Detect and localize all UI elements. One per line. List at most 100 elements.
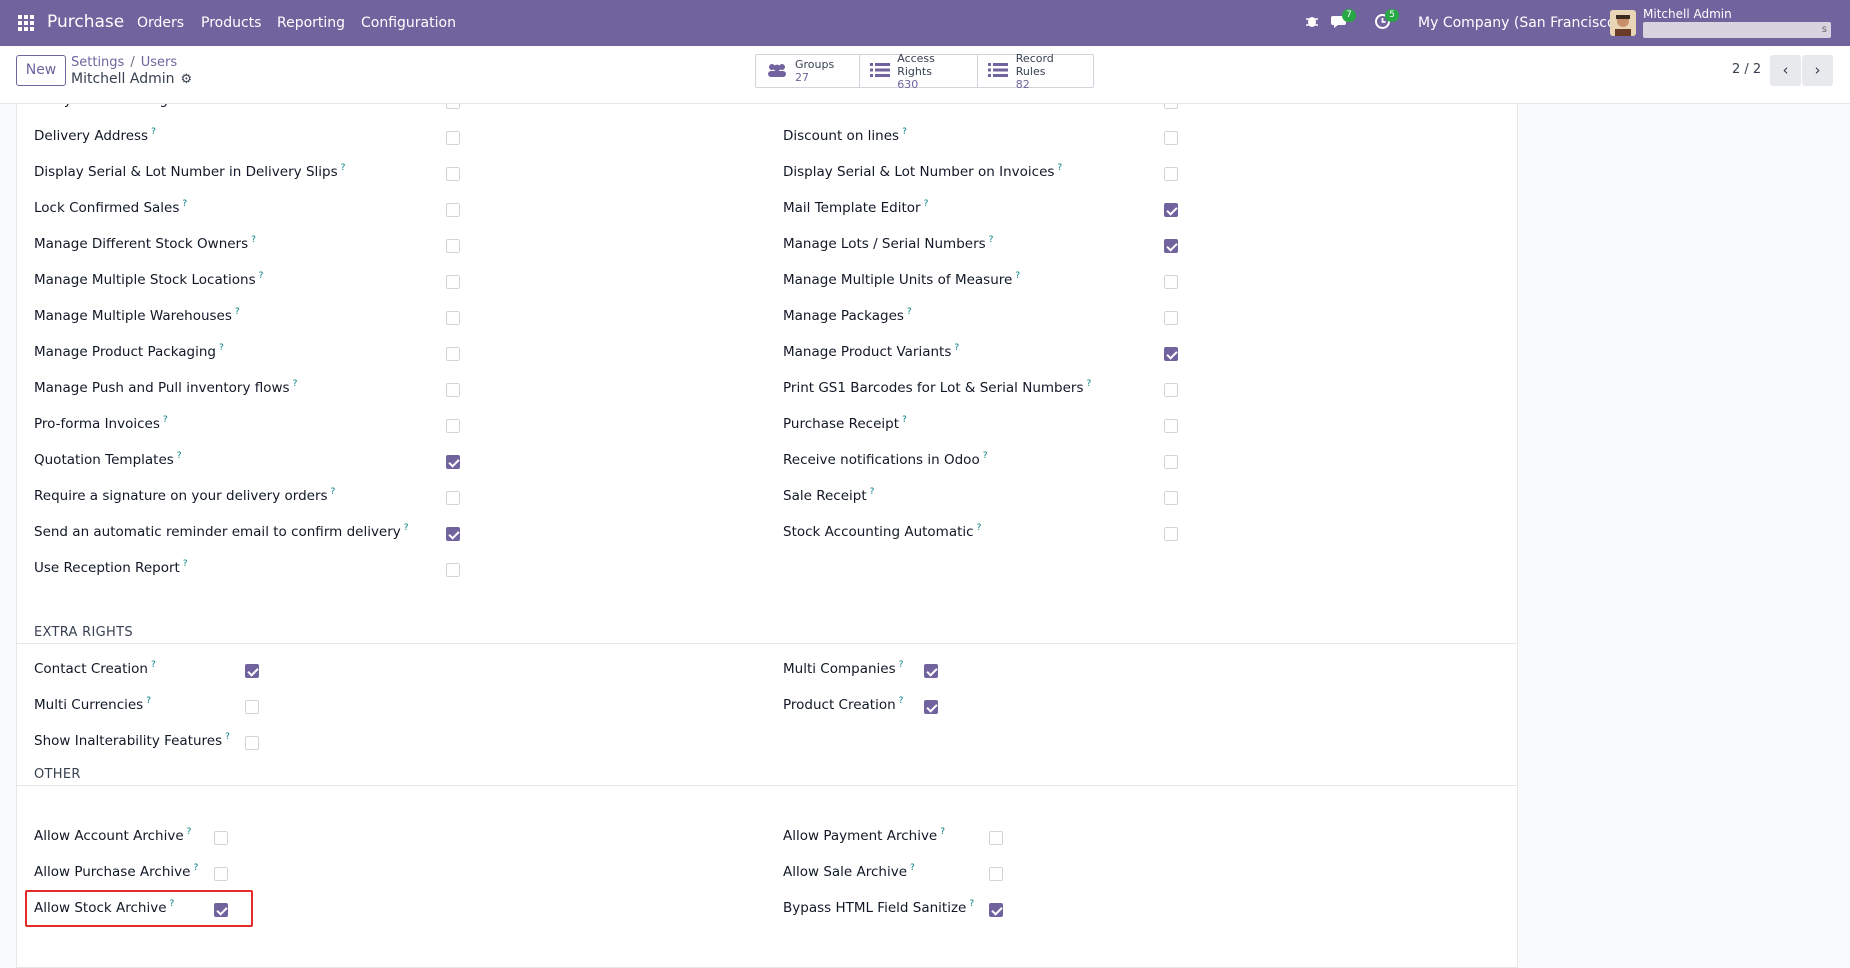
help-tooltip-icon[interactable]: ? — [151, 660, 156, 670]
checkbox-stock-accounting-automatic[interactable] — [1164, 527, 1178, 541]
help-tooltip-icon[interactable]: ? — [259, 271, 264, 281]
debug-bug-icon[interactable] — [1304, 13, 1324, 33]
help-tooltip-icon[interactable]: ? — [870, 487, 875, 497]
help-tooltip-icon[interactable]: ? — [969, 899, 974, 909]
help-tooltip-icon[interactable]: ? — [902, 415, 907, 425]
checkbox-require-a-signature-on-your-delivery-orders[interactable] — [446, 491, 460, 505]
checkbox-quotation-templates[interactable] — [446, 455, 460, 469]
user-avatar[interactable] — [1610, 10, 1636, 36]
checkbox-manage-multiple-warehouses[interactable] — [446, 311, 460, 325]
field-label-text: Stock Accounting Automatic — [783, 524, 974, 540]
apps-menu-icon[interactable] — [18, 15, 34, 31]
checkbox-bypass-html-field-sanitize[interactable] — [989, 903, 1003, 917]
help-tooltip-icon[interactable]: ? — [1086, 379, 1091, 389]
help-tooltip-icon[interactable]: ? — [902, 127, 907, 137]
help-tooltip-icon[interactable]: ? — [404, 523, 409, 533]
checkbox-manage-product-packaging[interactable] — [446, 347, 460, 361]
help-tooltip-icon[interactable]: ? — [163, 415, 168, 425]
menu-configuration[interactable]: Configuration — [361, 15, 456, 31]
help-tooltip-icon[interactable]: ? — [177, 451, 182, 461]
new-button[interactable]: New — [16, 55, 66, 86]
pager-counter[interactable]: 2 / 2 — [1732, 62, 1761, 77]
checkbox-multi-currencies[interactable] — [245, 700, 259, 714]
checkbox-delivery-address[interactable] — [446, 131, 460, 145]
help-tooltip-icon[interactable]: ? — [899, 696, 904, 706]
checkbox-display-serial-lot-number-on-invoices[interactable] — [1164, 167, 1178, 181]
checkbox-allow-stock-archive[interactable] — [214, 903, 228, 917]
checkbox-show-inalterability-features[interactable] — [245, 736, 259, 750]
help-tooltip-icon[interactable]: ? — [187, 827, 192, 837]
help-tooltip-icon[interactable]: ? — [910, 863, 915, 873]
checkbox-sale-receipt[interactable] — [1164, 491, 1178, 505]
checkbox-manage-product-variants[interactable] — [1164, 347, 1178, 361]
gear-icon[interactable]: ⚙ — [181, 72, 193, 87]
help-tooltip-icon[interactable]: ? — [219, 343, 224, 353]
checkbox-use-reception-report[interactable] — [446, 563, 460, 577]
help-tooltip-icon[interactable]: ? — [235, 307, 240, 317]
groups-stat-value: 27 — [795, 71, 809, 84]
field-label-lock-confirmed-sales: Lock Confirmed Sales? — [34, 199, 187, 216]
checkbox-send-an-automatic-reminder-email-to-confirm-delivery[interactable] — [446, 527, 460, 541]
user-name[interactable]: Mitchell Admin — [1643, 7, 1732, 21]
help-tooltip-icon[interactable]: ? — [977, 523, 982, 533]
checkbox-manage-lots-serial-numbers[interactable] — [1164, 239, 1178, 253]
help-tooltip-icon[interactable]: ? — [907, 307, 912, 317]
help-tooltip-icon[interactable]: ? — [1015, 271, 1020, 281]
menu-products[interactable]: Products — [201, 15, 261, 31]
checkbox-lock-confirmed-sales[interactable] — [446, 203, 460, 217]
checkbox-discount-on-lines[interactable] — [1164, 131, 1178, 145]
messages-chat-icon[interactable]: 7 — [1331, 9, 1356, 33]
menu-reporting[interactable]: Reporting — [277, 15, 345, 31]
help-tooltip-icon[interactable]: ? — [954, 343, 959, 353]
help-tooltip-icon[interactable]: ? — [225, 732, 230, 742]
checkbox-mail-template-editor[interactable] — [1164, 203, 1178, 217]
checkbox-basic-pricelists[interactable] — [1164, 104, 1178, 109]
checkbox-print-gs1-barcodes-for-lot-serial-numbers[interactable] — [1164, 383, 1178, 397]
help-tooltip-icon[interactable]: ? — [146, 696, 151, 706]
checkbox-manage-multiple-units-of-measure[interactable] — [1164, 275, 1178, 289]
checkbox-allow-purchase-archive[interactable] — [214, 867, 228, 881]
checkbox-analytic-accounting[interactable] — [446, 104, 460, 109]
breadcrumb-users[interactable]: Users — [141, 55, 177, 70]
checkbox-purchase-receipt[interactable] — [1164, 419, 1178, 433]
pager-previous-button[interactable]: ‹ — [1770, 55, 1801, 86]
help-tooltip-icon[interactable]: ? — [924, 199, 929, 209]
help-tooltip-icon[interactable]: ? — [182, 199, 187, 209]
help-tooltip-icon[interactable]: ? — [1057, 163, 1062, 173]
pager-next-button[interactable]: › — [1802, 55, 1833, 86]
database-name-bar: s — [1643, 22, 1831, 38]
help-tooltip-icon[interactable]: ? — [151, 127, 156, 137]
help-tooltip-icon[interactable]: ? — [170, 899, 175, 909]
activity-clock-icon[interactable]: 5 — [1374, 9, 1399, 33]
access-rights-stat-button[interactable]: Access Rights 630 — [860, 52, 978, 91]
checkbox-manage-multiple-stock-locations[interactable] — [446, 275, 460, 289]
checkbox-pro-forma-invoices[interactable] — [446, 419, 460, 433]
help-tooltip-icon[interactable]: ? — [293, 379, 298, 389]
help-tooltip-icon[interactable]: ? — [251, 235, 256, 245]
help-tooltip-icon[interactable]: ? — [899, 660, 904, 670]
checkbox-contact-creation[interactable] — [245, 664, 259, 678]
checkbox-manage-packages[interactable] — [1164, 311, 1178, 325]
checkbox-allow-sale-archive[interactable] — [989, 867, 1003, 881]
checkbox-manage-different-stock-owners[interactable] — [446, 239, 460, 253]
checkbox-display-serial-lot-number-in-delivery-slips[interactable] — [446, 167, 460, 181]
record-rules-stat-button[interactable]: Record Rules 82 — [978, 52, 1093, 91]
checkbox-product-creation[interactable] — [924, 700, 938, 714]
help-tooltip-icon[interactable]: ? — [331, 487, 336, 497]
checkbox-allow-account-archive[interactable] — [214, 831, 228, 845]
help-tooltip-icon[interactable]: ? — [940, 827, 945, 837]
checkbox-receive-notifications-in-odoo[interactable] — [1164, 455, 1178, 469]
checkbox-allow-payment-archive[interactable] — [989, 831, 1003, 845]
help-tooltip-icon[interactable]: ? — [341, 163, 346, 173]
groups-stat-button[interactable]: Groups 27 — [756, 55, 860, 87]
menu-orders[interactable]: Orders — [137, 15, 184, 31]
checkbox-manage-push-and-pull-inventory-flows[interactable] — [446, 383, 460, 397]
help-tooltip-icon[interactable]: ? — [983, 451, 988, 461]
help-tooltip-icon[interactable]: ? — [183, 559, 188, 569]
help-tooltip-icon[interactable]: ? — [989, 235, 994, 245]
help-tooltip-icon[interactable]: ? — [193, 863, 198, 873]
breadcrumb-settings[interactable]: Settings — [71, 55, 124, 70]
app-name[interactable]: Purchase — [47, 12, 124, 32]
company-switcher[interactable]: My Company (San Francisco) — [1418, 15, 1621, 31]
checkbox-multi-companies[interactable] — [924, 664, 938, 678]
